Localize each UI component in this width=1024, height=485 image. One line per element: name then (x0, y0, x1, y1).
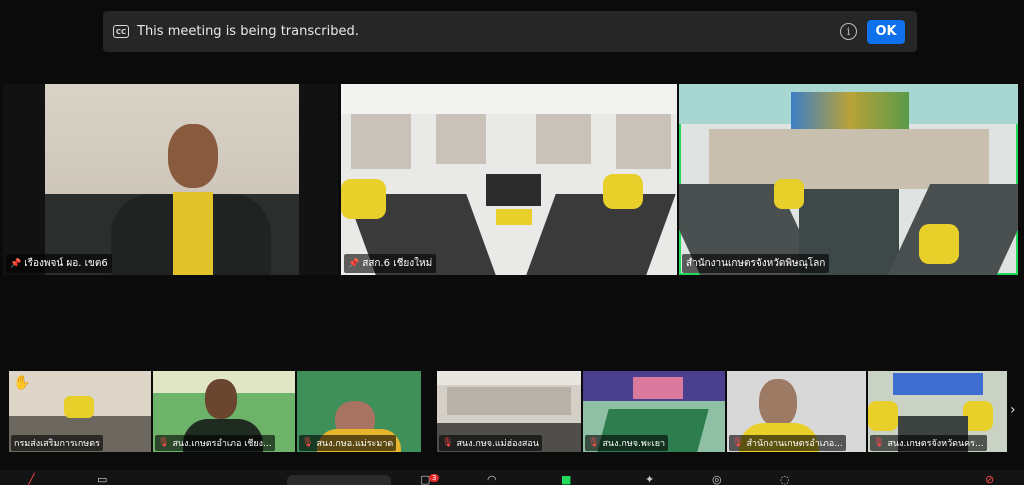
closed-captions-icon: CC (113, 25, 129, 38)
participant-name-tag: 🎙 สนง.กษจ.พะเยา (585, 435, 669, 451)
info-icon[interactable]: i (840, 23, 857, 40)
gallery-tile-4[interactable]: 🎙 สนง.กษจ.แม่ฮ่องสอน (437, 371, 581, 452)
microphone-muted-icon: 🎙 (158, 438, 170, 448)
pin-icon: 📌 (10, 258, 22, 269)
gallery-tile-1[interactable]: ✋ กรมส่งเสริมการเกษตร (9, 371, 151, 452)
more-icon[interactable]: ⊘ (985, 473, 994, 485)
participant-name-tag: 📌 สสก.6 เชียงใหม่ (344, 254, 437, 273)
microphone-muted-icon: 🎙 (732, 438, 744, 448)
participant-name-tag: 🎙 สนง.เกษตรจังหวัดนคร... (870, 435, 987, 451)
participant-name: สำนักงานเกษตรอำเภอ... (746, 439, 843, 449)
gallery-tile-6[interactable]: 🎙 สำนักงานเกษตรอำเภอ... (727, 371, 866, 452)
participant-name-tag: 🎙 สนง.กษอ.แม่ระมาด (299, 435, 397, 451)
microphone-muted-icon: 🎙 (302, 438, 314, 448)
participant-name: กรมส่งเสริมการเกษตร (14, 439, 100, 449)
gallery-tile-5[interactable]: 🎙 สนง.กษจ.พะเยา (583, 371, 725, 452)
next-page-arrow-icon[interactable]: › (1010, 402, 1016, 418)
microphone-muted-icon: 🎙 (588, 438, 600, 448)
raised-hand-icon: ✋ (13, 375, 31, 391)
ai-companion-icon[interactable]: ✦ (645, 473, 654, 485)
microphone-icon[interactable]: ╱ (28, 473, 35, 485)
participant-name: สำนักงานเกษตรจังหวัดพิษณุโลก (686, 258, 826, 269)
participant-name: สนง.เกษตรจังหวัดนคร... (887, 439, 984, 449)
microphone-muted-icon: 🎙 (442, 438, 454, 448)
participant-name-tag: 🎙 สนง.กษจ.แม่ฮ่องสอน (439, 435, 542, 451)
whiteboard-icon[interactable]: ◌ (780, 473, 790, 485)
participant-name: เรืองพจน์ ผอ. เขต6 (24, 258, 108, 269)
gallery-tile-7[interactable]: 🎙 สนง.เกษตรจังหวัดนคร... (868, 371, 1007, 452)
participant-name: สนง.กษจ.แม่ฮ่องสอน (456, 439, 539, 449)
participant-name: สนง.กษอ.แม่ระมาด (316, 439, 394, 449)
banner-text: This meeting is being transcribed. (137, 24, 359, 39)
participant-name-tag: กรมส่งเสริมการเกษตร (11, 435, 103, 451)
gallery-tile-2[interactable]: 🎙 สนง.เกษตรอำเภอ เชียง... (153, 371, 295, 452)
video-tile-2[interactable]: 📌 สสก.6 เชียงใหม่ (341, 84, 677, 275)
participant-name-tag: 📌 เรืองพจน์ ผอ. เขต6 (6, 254, 112, 273)
ok-button[interactable]: OK (867, 19, 905, 44)
video-tile-3-active-speaker[interactable]: สำนักงานเกษตรจังหวัดพิษณุโลก (679, 84, 1018, 275)
gallery-tile-3[interactable]: 🎙 สนง.กษอ.แม่ระมาด (297, 371, 421, 452)
participant-name-tag: 🎙 สำนักงานเกษตรอำเภอ... (729, 435, 846, 451)
video-camera-icon[interactable]: ▭ (97, 473, 107, 485)
microphone-muted-icon: 🎙 (873, 438, 885, 448)
participant-name-tag: 🎙 สนง.เกษตรอำเภอ เชียง... (155, 435, 275, 451)
participant-name-tag: สำนักงานเกษตรจังหวัดพิษณุโลก (682, 254, 830, 273)
participant-name: สนง.กษจ.พะเยา (602, 439, 666, 449)
participants-button[interactable] (287, 475, 391, 485)
share-screen-icon[interactable]: ■ (561, 473, 571, 485)
participant-name: สสก.6 เชียงใหม่ (362, 258, 433, 269)
meeting-toolbar (0, 470, 1024, 485)
transcription-banner: CC This meeting is being transcribed. i … (103, 11, 917, 52)
participant-name: สนง.เกษตรอำเภอ เชียง... (172, 439, 272, 449)
apps-icon[interactable]: ◎ (712, 473, 722, 485)
video-tile-1[interactable]: 📌 เรืองพจน์ ผอ. เขต6 (3, 84, 338, 275)
pin-icon: 📌 (348, 258, 360, 269)
reactions-icon[interactable]: ◠ (487, 473, 497, 485)
